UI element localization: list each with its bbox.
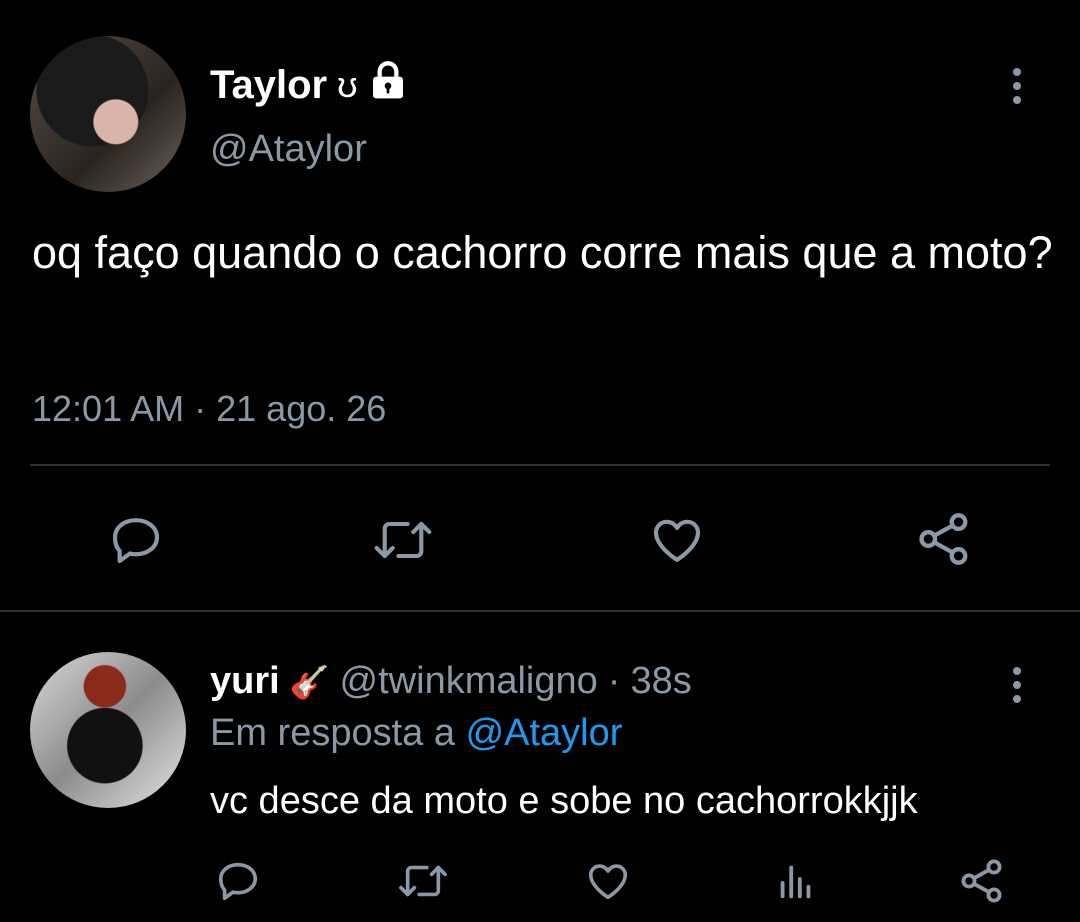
- reply-icon[interactable]: [104, 510, 168, 570]
- reply-to-link[interactable]: @Ataylor: [466, 712, 623, 754]
- reply-handle: @twinkmaligno: [339, 660, 598, 702]
- share-icon[interactable]: [956, 856, 1008, 906]
- like-icon[interactable]: [645, 510, 709, 570]
- author-handle[interactable]: @Ataylor: [210, 128, 367, 171]
- reply-icon[interactable]: [212, 856, 264, 906]
- reply-age: 38s: [630, 660, 692, 702]
- share-icon[interactable]: [912, 508, 976, 570]
- name-emoji: ʊ: [337, 64, 358, 105]
- author-name-row[interactable]: Taylor ʊ: [210, 60, 408, 110]
- more-options-icon[interactable]: [997, 56, 1037, 116]
- meta-separator: ·: [194, 388, 207, 429]
- guitar-emoji: 🎸: [289, 663, 330, 700]
- retweet-icon[interactable]: [394, 856, 452, 906]
- protected-lock-icon: [368, 60, 408, 110]
- tweet-date: 21 ago. 26: [216, 388, 387, 429]
- tweet-text: oq faço quando o cachorro corre mais que…: [32, 227, 1053, 278]
- meta-separator: ·: [607, 660, 621, 702]
- analytics-icon[interactable]: [770, 856, 822, 906]
- divider: [30, 464, 1050, 466]
- author-display-name: Taylor: [210, 62, 328, 107]
- tweet-timestamp[interactable]: 12:01 AM · 21 ago. 26: [32, 388, 386, 430]
- reply-text: vc desce da moto e sobe no cachorrokkjjk: [210, 780, 918, 822]
- replying-to: Em resposta a @Ataylor: [210, 712, 622, 755]
- like-icon[interactable]: [582, 856, 634, 906]
- reply-author-avatar[interactable]: [30, 652, 186, 808]
- reply-author-row[interactable]: yuri 🎸 @twinkmaligno · 38s: [210, 660, 692, 703]
- divider: [0, 610, 1080, 612]
- more-options-icon[interactable]: [997, 655, 1037, 715]
- author-avatar[interactable]: [30, 36, 186, 192]
- reply-display-name: yuri: [210, 660, 280, 702]
- reply-prefix: Em resposta a: [210, 712, 455, 754]
- retweet-icon[interactable]: [368, 510, 438, 570]
- tweet-time: 12:01 AM: [32, 388, 185, 429]
